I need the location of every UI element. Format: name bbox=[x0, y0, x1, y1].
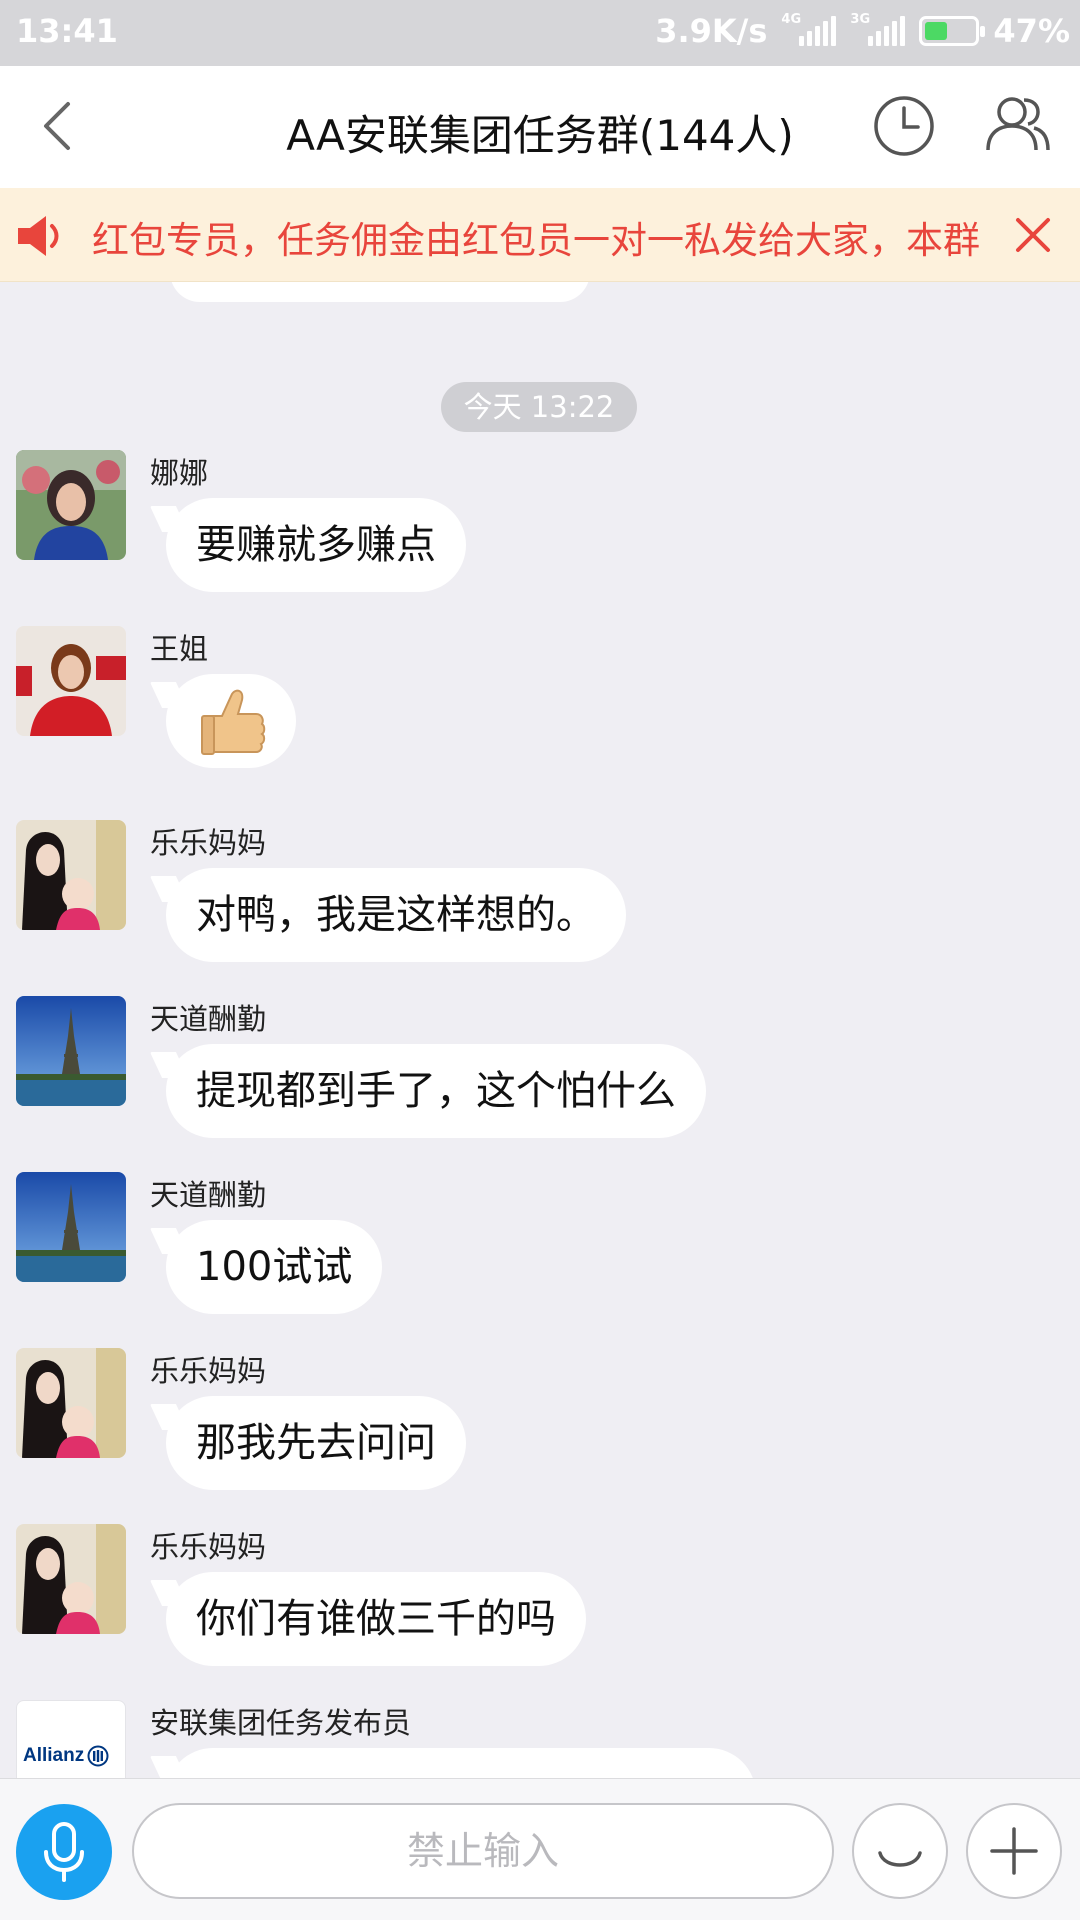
emoji-button[interactable] bbox=[852, 1803, 948, 1899]
sender-name: 娜娜 bbox=[150, 456, 209, 490]
message-row: Allianz 安联集团任务发布员 bbox=[0, 1700, 1080, 1778]
sender-name: 乐乐妈妈 bbox=[150, 1530, 267, 1564]
close-icon[interactable] bbox=[1012, 214, 1054, 256]
avatar[interactable] bbox=[16, 1524, 126, 1634]
avatar[interactable] bbox=[16, 820, 126, 930]
speaker-icon bbox=[18, 216, 59, 256]
network-speed: 3.9K/s bbox=[655, 12, 768, 50]
message-bubble[interactable]: 对鸭，我是这样想的。 bbox=[166, 868, 626, 962]
group-members-icon[interactable] bbox=[984, 92, 1052, 156]
sender-name: 乐乐妈妈 bbox=[150, 1354, 267, 1388]
status-bar: 13:41 3.9K/s 4G 3G 47% bbox=[0, 0, 1080, 66]
battery-icon bbox=[919, 16, 986, 46]
message-row: 娜娜 要赚就多赚点 bbox=[0, 450, 1080, 610]
avatar[interactable] bbox=[16, 996, 126, 1106]
sender-name: 天道酬勤 bbox=[150, 1002, 267, 1036]
message-input[interactable]: 禁止输入 bbox=[132, 1803, 834, 1899]
status-time: 13:41 bbox=[16, 12, 118, 50]
thumbs-up-emoji bbox=[201, 689, 266, 755]
message-bubble[interactable]: 100试试 bbox=[166, 1220, 383, 1314]
sender-name: 乐乐妈妈 bbox=[150, 826, 267, 860]
allianz-logo-text: Allianz bbox=[23, 1745, 85, 1766]
message-list[interactable]: 今天 13:22 娜娜 要赚就多赚点 王姐 乐乐妈妈 对鸭，我是这样想的。 天道… bbox=[0, 282, 1080, 1778]
message-bubble[interactable]: 那我先去问问 bbox=[166, 1396, 466, 1490]
avatar[interactable] bbox=[16, 450, 126, 560]
time-divider: 今天 13:22 bbox=[441, 382, 637, 432]
message-row: 乐乐妈妈 对鸭，我是这样想的。 bbox=[0, 820, 1080, 980]
status-indicators: 3.9K/s 4G 3G 47% bbox=[655, 12, 1070, 50]
previous-message-bubble bbox=[170, 282, 590, 302]
smiley-icon bbox=[878, 1851, 922, 1867]
more-button[interactable] bbox=[966, 1803, 1062, 1899]
signal-4g-icon: 4G bbox=[781, 12, 837, 46]
message-bubble[interactable] bbox=[166, 1748, 756, 1778]
message-row: 乐乐妈妈 那我先去问问 bbox=[0, 1348, 1080, 1508]
signal-3g-icon: 3G bbox=[850, 12, 906, 46]
clock-icon[interactable] bbox=[872, 94, 936, 158]
avatar[interactable] bbox=[16, 1348, 126, 1458]
notice-text: 红包专员，任务佣金由红包员一对一私发给大家，本群 bbox=[92, 219, 980, 260]
battery-percent: 47% bbox=[993, 12, 1070, 50]
allianz-eagle-icon bbox=[87, 1745, 109, 1767]
chat-header: AA安联集团任务群(144人) bbox=[0, 66, 1080, 188]
avatar[interactable]: Allianz bbox=[16, 1700, 126, 1778]
message-row: 乐乐妈妈 你们有谁做三千的吗 bbox=[0, 1524, 1080, 1684]
message-row: 天道酬勤 100试试 bbox=[0, 1172, 1080, 1332]
microphone-icon bbox=[44, 1822, 84, 1882]
group-notice-banner[interactable]: 红包专员，任务佣金由红包员一对一私发给大家，本群 bbox=[0, 188, 1080, 282]
message-bubble[interactable]: 提现都到手了，这个怕什么 bbox=[166, 1044, 706, 1138]
voice-button[interactable] bbox=[16, 1804, 112, 1900]
sender-name: 王姐 bbox=[150, 632, 209, 666]
input-bar: 禁止输入 bbox=[0, 1778, 1080, 1920]
sender-name: 安联集团任务发布员 bbox=[150, 1706, 412, 1740]
message-row: 王姐 bbox=[0, 626, 1080, 786]
sender-name: 天道酬勤 bbox=[150, 1178, 267, 1212]
message-bubble[interactable] bbox=[166, 674, 296, 768]
message-bubble[interactable]: 要赚就多赚点 bbox=[166, 498, 466, 592]
avatar[interactable] bbox=[16, 1172, 126, 1282]
plus-icon bbox=[990, 1827, 1038, 1875]
message-row: 天道酬勤 提现都到手了，这个怕什么 bbox=[0, 996, 1080, 1156]
message-bubble[interactable]: 你们有谁做三千的吗 bbox=[166, 1572, 586, 1666]
avatar[interactable] bbox=[16, 626, 126, 736]
